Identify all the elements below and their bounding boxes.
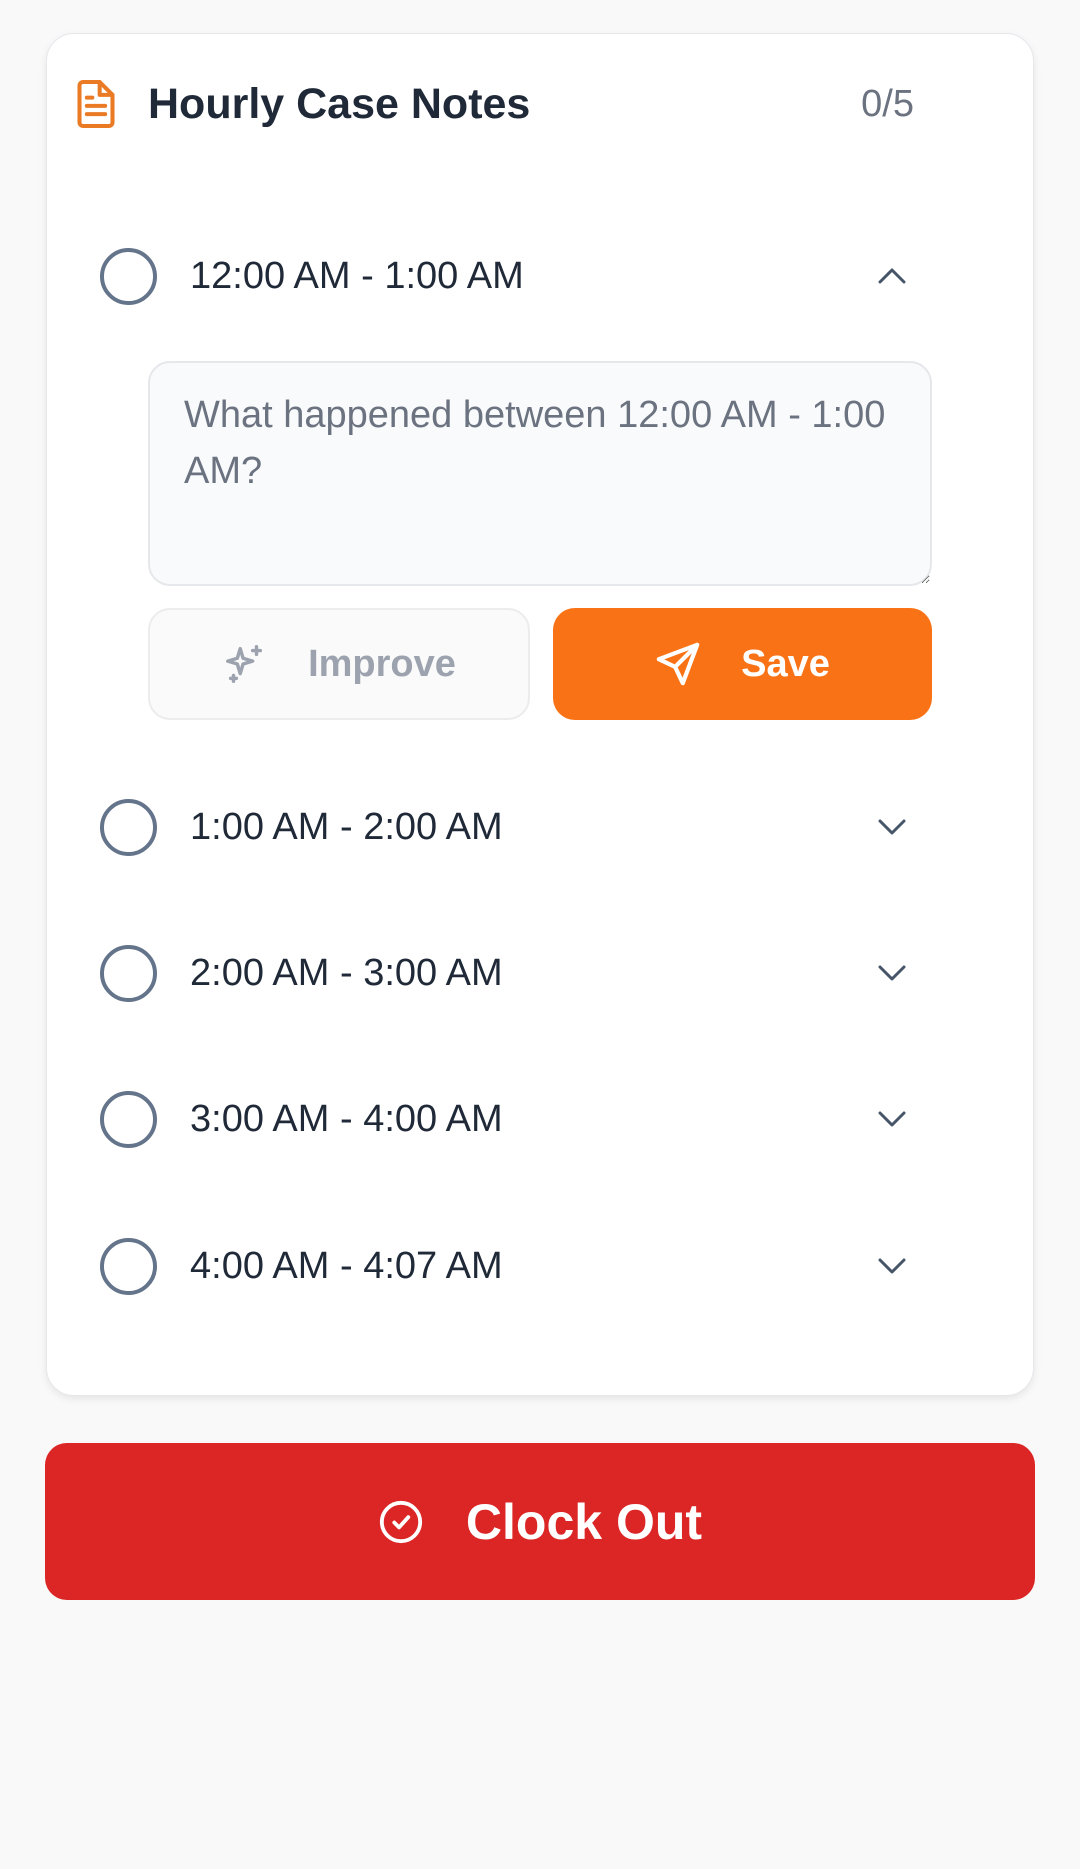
incomplete-circle-icon[interactable] — [100, 247, 157, 305]
time-slot-5[interactable]: 4:00 AM - 4:07 AM — [100, 1226, 940, 1306]
case-note-input[interactable] — [148, 361, 932, 586]
incomplete-circle-icon[interactable] — [100, 798, 157, 856]
sparkles-icon — [222, 641, 268, 687]
send-icon — [655, 641, 701, 687]
time-slot-2[interactable]: 1:00 AM - 2:00 AM — [100, 787, 940, 867]
incomplete-circle-icon[interactable] — [100, 1237, 157, 1295]
time-slot-3[interactable]: 2:00 AM - 3:00 AM — [100, 933, 940, 1013]
card-title: Hourly Case Notes — [148, 79, 531, 128]
time-slot-4[interactable]: 3:00 AM - 4:00 AM — [100, 1079, 940, 1159]
chevron-down-icon[interactable] — [872, 1246, 912, 1286]
chevron-down-icon[interactable] — [872, 1099, 912, 1139]
time-slot-label: 4:00 AM - 4:07 AM — [190, 1244, 503, 1287]
chevron-up-icon[interactable] — [872, 256, 912, 296]
check-circle-icon — [378, 1499, 424, 1545]
time-slot-label: 3:00 AM - 4:00 AM — [190, 1097, 503, 1140]
chevron-down-icon[interactable] — [872, 953, 912, 993]
card-header: Hourly Case Notes 0/5 — [74, 72, 914, 136]
clock-out-button[interactable]: Clock Out — [45, 1443, 1035, 1600]
clock-out-label: Clock Out — [465, 1493, 703, 1550]
save-label: Save — [741, 642, 830, 685]
incomplete-circle-icon[interactable] — [100, 944, 157, 1002]
time-slot-label: 2:00 AM - 3:00 AM — [190, 951, 503, 994]
progress-count: 0/5 — [861, 82, 914, 125]
save-button[interactable]: Save — [553, 608, 932, 720]
chevron-down-icon[interactable] — [872, 807, 912, 847]
time-slot-1[interactable]: 12:00 AM - 1:00 AM — [100, 236, 940, 316]
time-slot-label: 12:00 AM - 1:00 AM — [190, 254, 524, 297]
document-icon — [74, 76, 122, 132]
time-slot-label: 1:00 AM - 2:00 AM — [190, 805, 503, 848]
improve-button[interactable]: Improve — [148, 608, 530, 720]
incomplete-circle-icon[interactable] — [100, 1090, 157, 1148]
improve-label: Improve — [308, 642, 456, 685]
